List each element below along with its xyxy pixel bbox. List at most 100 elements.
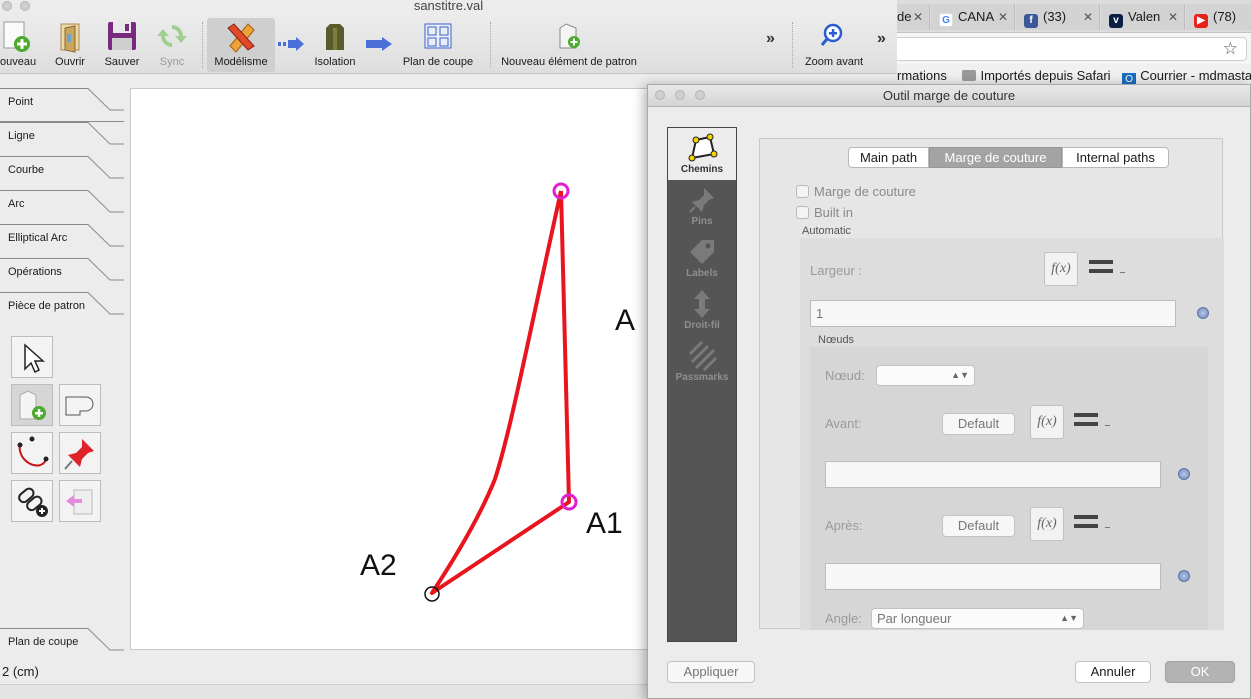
before-equals-icon — [1074, 411, 1110, 431]
browser-tab-5[interactable]: ▶ (78) — [1186, 4, 1251, 30]
browser-tab-1[interactable]: de ✕ — [897, 4, 930, 30]
horizontal-scrollbar[interactable] — [0, 684, 647, 699]
tab-pattern-piece-label: Pièce de patron — [8, 300, 86, 312]
nav-passmarks-label: Passmarks — [675, 372, 729, 383]
new-pattern-piece-button[interactable]: Nouveau élément de patron — [500, 18, 638, 72]
width-formula-button[interactable]: f(x) — [1044, 252, 1078, 286]
after-equals-icon — [1074, 513, 1110, 533]
after-default-button[interactable]: Default — [942, 515, 1015, 537]
cursor-arrow-icon — [24, 343, 45, 374]
ok-button[interactable]: OK — [1165, 661, 1235, 683]
layout-mode-button[interactable]: Plan de coupe — [398, 18, 478, 72]
pin-tool-button[interactable] — [59, 432, 101, 474]
facebook-icon: f — [1024, 14, 1038, 28]
seam-allowance-dialog: Outil marge de couture Chemins Pins Labe… — [647, 84, 1251, 699]
passmarks-icon — [688, 340, 718, 372]
nav-grainline-label: Droit-fil — [684, 320, 720, 331]
window-close-button[interactable] — [2, 1, 12, 11]
chain-link-icon — [18, 487, 48, 517]
export-tool-button[interactable] — [59, 480, 101, 522]
path-polygon-icon — [688, 133, 718, 162]
seam-allowance-checkbox[interactable]: Marge de couture — [796, 184, 916, 199]
before-info-icon[interactable] — [1178, 468, 1190, 480]
pencil-ruler-icon — [227, 23, 255, 53]
browser-tab-3-title: (33) — [1043, 9, 1067, 24]
tab-operations[interactable]: Opérations — [0, 258, 124, 292]
select-arrows-icon: ▲▼ — [951, 370, 969, 380]
pattern-path[interactable] — [430, 190, 571, 595]
close-icon[interactable]: ✕ — [998, 4, 1008, 30]
drafting-mode-button[interactable]: Modélisme — [207, 18, 275, 72]
width-info-icon[interactable] — [1197, 307, 1209, 319]
nav-paths[interactable]: Chemins — [668, 128, 736, 180]
bookmark-2[interactable]: Importés depuis Safari — [980, 68, 1110, 83]
open-button[interactable]: Ouvrir — [48, 18, 92, 72]
angle-select[interactable]: Par longueur ▲▼ — [871, 608, 1084, 629]
tab-main-path[interactable]: Main path — [848, 147, 929, 168]
tab-internal-paths[interactable]: Internal paths — [1062, 147, 1169, 168]
tab-curve[interactable]: Courbe — [0, 156, 124, 190]
close-icon[interactable]: ✕ — [1083, 4, 1093, 30]
pin-icon — [689, 188, 714, 213]
tab-point-label: Point — [8, 96, 34, 108]
details-mode-button[interactable]: Isolation — [308, 18, 362, 72]
tab-layout[interactable]: Plan de coupe — [0, 628, 124, 662]
node-select[interactable]: ▲▼ — [876, 365, 975, 386]
browser-tab-3[interactable]: f (33) ✕ — [1016, 4, 1100, 30]
dialog-close-button[interactable] — [655, 90, 665, 100]
tab-elliptical-arc[interactable]: Elliptical Arc — [0, 224, 124, 258]
dialog-minimize-button[interactable] — [675, 90, 685, 100]
label-a: A — [615, 304, 636, 337]
tab-layout-label: Plan de coupe — [8, 636, 79, 648]
close-icon[interactable]: ✕ — [913, 4, 923, 30]
after-info-icon[interactable] — [1178, 570, 1190, 582]
built-in-checkbox-label: Built in — [814, 205, 854, 220]
width-input[interactable]: 1 — [810, 300, 1176, 327]
angle-label: Angle: — [825, 611, 862, 626]
save-button[interactable]: Sauver — [100, 18, 144, 72]
nav-grainline[interactable]: Droit-fil — [668, 284, 736, 336]
new-detail-tool-button[interactable] — [11, 384, 53, 426]
browser-tab-4[interactable]: v Valen ✕ — [1101, 4, 1185, 30]
new-button[interactable]: ouveau — [0, 18, 36, 72]
before-input[interactable] — [825, 461, 1161, 488]
after-formula-button[interactable]: f(x) — [1030, 507, 1064, 541]
bookmark-3[interactable]: Courrier - mdmasta. — [1140, 68, 1251, 83]
internal-path-icon — [65, 396, 94, 416]
nav-labels[interactable]: Labels — [668, 232, 736, 284]
before-default-button[interactable]: Default — [942, 413, 1015, 435]
tab-seam-allowance[interactable]: Marge de couture — [929, 147, 1062, 168]
tab-point[interactable]: Point — [0, 88, 124, 122]
zoom-in-button[interactable]: Zoom avant — [800, 18, 868, 72]
union-tool-button[interactable] — [11, 480, 53, 522]
internal-path-tool-button[interactable] — [59, 384, 101, 426]
url-input[interactable]: ☆ — [897, 37, 1247, 61]
drawing-canvas[interactable]: A A1 A2 — [130, 88, 650, 650]
tab-arc[interactable]: Arc — [0, 190, 124, 224]
apply-button[interactable]: Appliquer — [667, 661, 755, 683]
built-in-checkbox[interactable]: Built in — [796, 205, 853, 220]
nav-passmarks[interactable]: Passmarks — [668, 336, 736, 388]
star-icon[interactable]: ☆ — [1223, 39, 1238, 59]
status-bar: 2 (cm) — [0, 660, 647, 684]
export-icon — [66, 489, 93, 515]
curve-path-tool-button[interactable] — [11, 432, 53, 474]
tab-line[interactable]: Ligne — [0, 122, 124, 156]
toolbar-overflow-button-2[interactable]: » — [877, 30, 886, 48]
nodes-group-label: Nœuds — [818, 334, 855, 346]
sync-button[interactable]: Sync — [150, 18, 194, 72]
tab-pattern-piece[interactable]: Pièce de patron — [0, 292, 124, 326]
nav-pins[interactable]: Pins — [668, 180, 736, 232]
before-formula-button[interactable]: f(x) — [1030, 405, 1064, 439]
zoom-in-label: Zoom avant — [804, 56, 864, 68]
window-minimize-button[interactable] — [20, 1, 30, 11]
dialog-titlebar: Outil marge de couture — [648, 85, 1250, 107]
close-icon[interactable]: ✕ — [1168, 4, 1178, 30]
dialog-zoom-button[interactable] — [695, 90, 705, 100]
bookmark-1[interactable]: rmations — [897, 68, 947, 83]
pointer-tool-button[interactable] — [11, 336, 53, 378]
browser-tab-2[interactable]: G CANA ✕ — [931, 4, 1015, 30]
cancel-button[interactable]: Annuler — [1075, 661, 1151, 683]
after-input[interactable] — [825, 563, 1161, 590]
toolbar-overflow-button[interactable]: » — [766, 30, 775, 48]
